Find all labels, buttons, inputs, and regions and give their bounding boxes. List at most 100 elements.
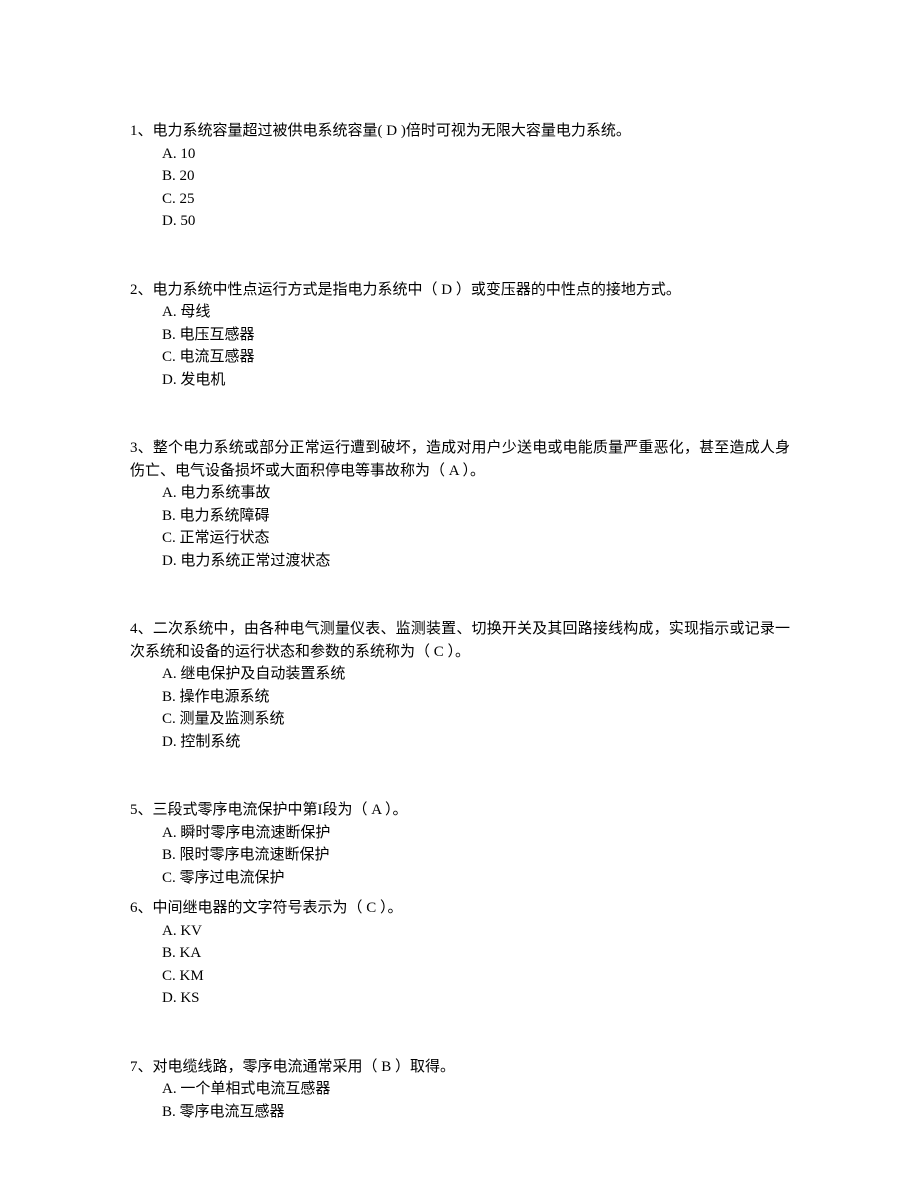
question-answer: B: [378, 1059, 396, 1075]
question-text: 6、中间继电器的文字符号表示为（ C ）。: [130, 897, 790, 920]
option-label: D.: [162, 213, 177, 229]
option-text: KM: [176, 968, 204, 984]
option-label: B.: [162, 508, 176, 524]
question-text: 3、整个电力系统或部分正常运行遭到破坏，造成对用户少送电或电能质量严重恶化，甚至…: [130, 437, 790, 482]
option-text: 20: [176, 168, 195, 184]
option-label: B.: [162, 945, 176, 961]
option-label: B.: [162, 689, 176, 705]
option: D. KS: [162, 987, 790, 1010]
option-text: 一个单相式电流互感器: [177, 1081, 331, 1097]
question-number: 4: [130, 621, 138, 637]
option-text: 正常运行状态: [176, 530, 270, 546]
option: A. 10: [162, 143, 790, 166]
option-label: B.: [162, 1104, 176, 1120]
question-answer: A: [445, 463, 463, 479]
question-answer: D: [383, 123, 401, 139]
options-list: A. 10B. 20C. 25D. 50: [130, 143, 790, 233]
question-answer: D: [438, 282, 456, 298]
option-text: 控制系统: [177, 734, 241, 750]
options-list: A. 母线B. 电压互感器C. 电流互感器D. 发电机: [130, 301, 790, 391]
question-answer: C: [430, 644, 448, 660]
option: A. 瞬时零序电流速断保护: [162, 822, 790, 845]
question-number: 5: [130, 802, 138, 818]
question-4: 4、二次系统中，由各种电气测量仪表、监测装置、切换开关及其回路接线构成，实现指示…: [130, 618, 790, 753]
question-text: 2、电力系统中性点运行方式是指电力系统中（ D ）或变压器的中性点的接地方式。: [130, 279, 790, 302]
option-label: B.: [162, 847, 176, 863]
question-text: 1、电力系统容量超过被供电系统容量( D )倍时可视为无限大容量电力系统。: [130, 120, 790, 143]
option-label: D.: [162, 553, 177, 569]
option: D. 电力系统正常过渡状态: [162, 550, 790, 573]
option-text: 电流互感器: [176, 349, 255, 365]
option: A. 继电保护及自动装置系统: [162, 663, 790, 686]
option: C. 正常运行状态: [162, 527, 790, 550]
option-text: KS: [177, 990, 200, 1006]
option-text: KA: [176, 945, 201, 961]
option-label: A.: [162, 825, 177, 841]
question-text-after: ）。: [380, 900, 403, 916]
question-1: 1、电力系统容量超过被供电系统容量( D )倍时可视为无限大容量电力系统。A. …: [130, 120, 790, 233]
question-3: 3、整个电力系统或部分正常运行遭到破坏，造成对用户少送电或电能质量严重恶化，甚至…: [130, 437, 790, 572]
question-text-after: ）。: [463, 463, 486, 479]
option-label: A.: [162, 666, 177, 682]
question-7: 7、对电缆线路，零序电流通常采用（ B ）取得。A. 一个单相式电流互感器B. …: [130, 1056, 790, 1124]
option: C. 零序过电流保护: [162, 867, 790, 890]
question-text-after: ）。: [448, 644, 471, 660]
option-label: A.: [162, 304, 177, 320]
option: B. 电压互感器: [162, 324, 790, 347]
option-text: 零序电流互感器: [176, 1104, 285, 1120]
question-text: 5、三段式零序电流保护中第I段为（ A ）。: [130, 799, 790, 822]
option-label: B.: [162, 327, 176, 343]
option: B. 零序电流互感器: [162, 1101, 790, 1124]
option-label: D.: [162, 372, 177, 388]
question-text-after: ）取得。: [395, 1059, 455, 1075]
option: A. 一个单相式电流互感器: [162, 1078, 790, 1101]
option-label: A.: [162, 146, 177, 162]
options-list: A. 瞬时零序电流速断保护B. 限时零序电流速断保护C. 零序过电流保护: [130, 822, 790, 890]
option-label: C.: [162, 968, 176, 984]
question-text-after: )倍时可视为无限大容量电力系统。: [401, 123, 631, 139]
option-text: 发电机: [177, 372, 226, 388]
option-label: D.: [162, 990, 177, 1006]
option: A. 电力系统事故: [162, 482, 790, 505]
option-label: D.: [162, 734, 177, 750]
option: B. 电力系统障碍: [162, 505, 790, 528]
option-text: 电力系统正常过渡状态: [177, 553, 331, 569]
options-list: A. 继电保护及自动装置系统B. 操作电源系统C. 测量及监测系统D. 控制系统: [130, 663, 790, 753]
options-list: A. 一个单相式电流互感器B. 零序电流互感器: [130, 1078, 790, 1123]
option-label: A.: [162, 1081, 177, 1097]
option: B. 20: [162, 165, 790, 188]
question-2: 2、电力系统中性点运行方式是指电力系统中（ D ）或变压器的中性点的接地方式。 A…: [130, 279, 790, 392]
option: D. 发电机: [162, 369, 790, 392]
question-text-before: 、中间继电器的文字符号表示为（: [138, 900, 363, 916]
options-list: A. KVB. KAC. KMD. KS: [130, 920, 790, 1010]
question-text: 4、二次系统中，由各种电气测量仪表、监测装置、切换开关及其回路接线构成，实现指示…: [130, 618, 790, 663]
question-number: 7: [130, 1059, 138, 1075]
option-text: 50: [177, 213, 196, 229]
option-text: 25: [176, 191, 195, 207]
question-text: 7、对电缆线路，零序电流通常采用（ B ）取得。: [130, 1056, 790, 1079]
options-list: A. 电力系统事故B. 电力系统障碍C. 正常运行状态D. 电力系统正常过渡状态: [130, 482, 790, 572]
option-label: C.: [162, 191, 176, 207]
option-text: 限时零序电流速断保护: [176, 847, 330, 863]
option-text: 电力系统障碍: [176, 508, 270, 524]
option: C. KM: [162, 965, 790, 988]
option: A. KV: [162, 920, 790, 943]
option: C. 测量及监测系统: [162, 708, 790, 731]
option-text: 电力系统事故: [177, 485, 271, 501]
option-label: A.: [162, 923, 177, 939]
question-number: 6: [130, 900, 138, 916]
option-label: C.: [162, 530, 176, 546]
question-answer: A: [368, 802, 386, 818]
option: C. 25: [162, 188, 790, 211]
option-text: 操作电源系统: [176, 689, 270, 705]
question-6: 6、中间继电器的文字符号表示为（ C ）。A. KVB. KAC. KMD. K…: [130, 897, 790, 1010]
option: B. 限时零序电流速断保护: [162, 844, 790, 867]
option: D. 50: [162, 210, 790, 233]
question-5: 5、三段式零序电流保护中第I段为（ A ）。A. 瞬时零序电流速断保护B. 限时…: [130, 799, 790, 889]
option-label: C.: [162, 711, 176, 727]
option-label: B.: [162, 168, 176, 184]
option-label: C.: [162, 870, 176, 886]
question-text-after: ）或变压器的中性点的接地方式。: [456, 282, 681, 298]
option-text: 测量及监测系统: [176, 711, 285, 727]
question-text-after: ）。: [385, 802, 408, 818]
